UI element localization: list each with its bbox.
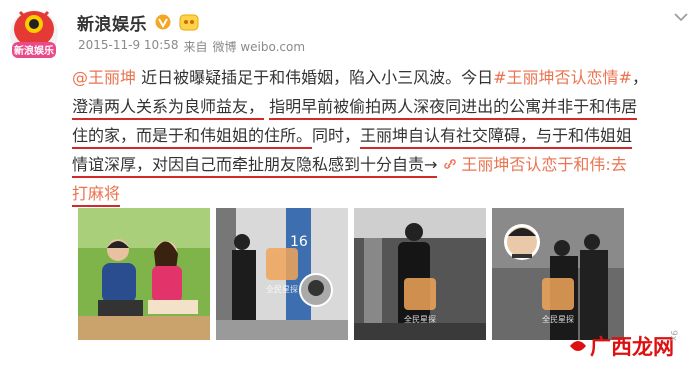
photo-paparazzi-3[interactable]: 全民星探 — [492, 208, 624, 340]
link-icon[interactable] — [443, 157, 457, 171]
content-text: 近日被曝疑插足于和伟婚姻，陷入小三风波。今日 — [136, 68, 494, 87]
content-text: 与于和伟姐姐 — [536, 126, 633, 149]
content-text: 情谊深厚，对因自己而牵扯朋友隐私感到十分自责→ — [72, 155, 438, 178]
photo-paparazzi-1[interactable]: 16 全民星探 — [216, 208, 348, 340]
svg-text:全民星探: 全民星探 — [404, 314, 436, 324]
content-line: 打麻将 — [72, 179, 692, 208]
content-text: 指明早前被偷拍两人深夜同进出的公寓并非于和伟居 — [269, 97, 638, 120]
watermark-text: 广西龙网 — [590, 335, 674, 359]
content-line: 住的家，而是于和伟姐姐的住所。同时，王丽坤自认有社交障碍，与于和伟姐姐 — [72, 121, 692, 150]
avatar-logo-text: 新浪娱乐 — [14, 44, 54, 57]
source-prefix: 来自 — [183, 40, 208, 54]
fan-badge-icon[interactable] — [179, 14, 199, 31]
verified-v-icon — [155, 14, 171, 30]
content-link[interactable]: @王丽坤 — [72, 68, 136, 87]
content-text: 住的家，而是于和伟姐姐的住所。 — [72, 126, 313, 149]
photo-paparazzi-2[interactable]: 全民星探 — [354, 208, 486, 340]
content-line: @王丽坤 近日被曝疑插足于和伟婚姻，陷入小三风波。今日#王丽坤否认恋情#， — [72, 63, 692, 92]
content-text: 王丽坤自认有社交障碍， — [360, 126, 537, 149]
watermark-logo-icon — [570, 341, 586, 351]
svg-text:全民星探: 全民星探 — [266, 284, 298, 294]
author-name[interactable]: 新浪娱乐 — [77, 10, 147, 35]
post-source[interactable]: 微博 weibo.com — [213, 38, 306, 55]
content-link[interactable]: 王丽坤否认恋于和伟:去 — [461, 155, 626, 174]
content-text: 同时， — [312, 126, 361, 145]
svg-text:16: 16 — [290, 234, 308, 250]
watermark: 广西龙网 — [568, 331, 674, 361]
avatar[interactable]: 新浪娱乐 — [6, 4, 62, 62]
content-line: 情谊深厚，对因自己而牵扯朋友隐私感到十分自责→ 王丽坤否认恋于和伟:去 — [72, 150, 692, 179]
content-link[interactable]: #王丽坤否认恋情# — [493, 68, 632, 87]
content-text: 澄清两人关系为良师益友， — [72, 97, 265, 120]
photo-grid: 16 全民星探 全民星探 全民星探 — [78, 208, 624, 340]
watermark-small: 9x — [668, 330, 678, 342]
post-timestamp[interactable]: 2015-11-9 10:58 — [78, 38, 179, 55]
content-text: ， — [631, 68, 648, 87]
content-line: 澄清两人关系为良师益友， 指明早前被偷拍两人深夜同进出的公寓并非于和伟居 — [72, 92, 692, 121]
content-link[interactable]: 打麻将 — [72, 184, 121, 207]
post-content: @王丽坤 近日被曝疑插足于和伟婚姻，陷入小三风波。今日#王丽坤否认恋情#， 澄清两… — [72, 63, 692, 208]
photo-couple-picnic[interactable] — [78, 208, 210, 340]
svg-text:全民星探: 全民星探 — [542, 314, 574, 324]
chevron-down-icon[interactable] — [674, 12, 688, 22]
